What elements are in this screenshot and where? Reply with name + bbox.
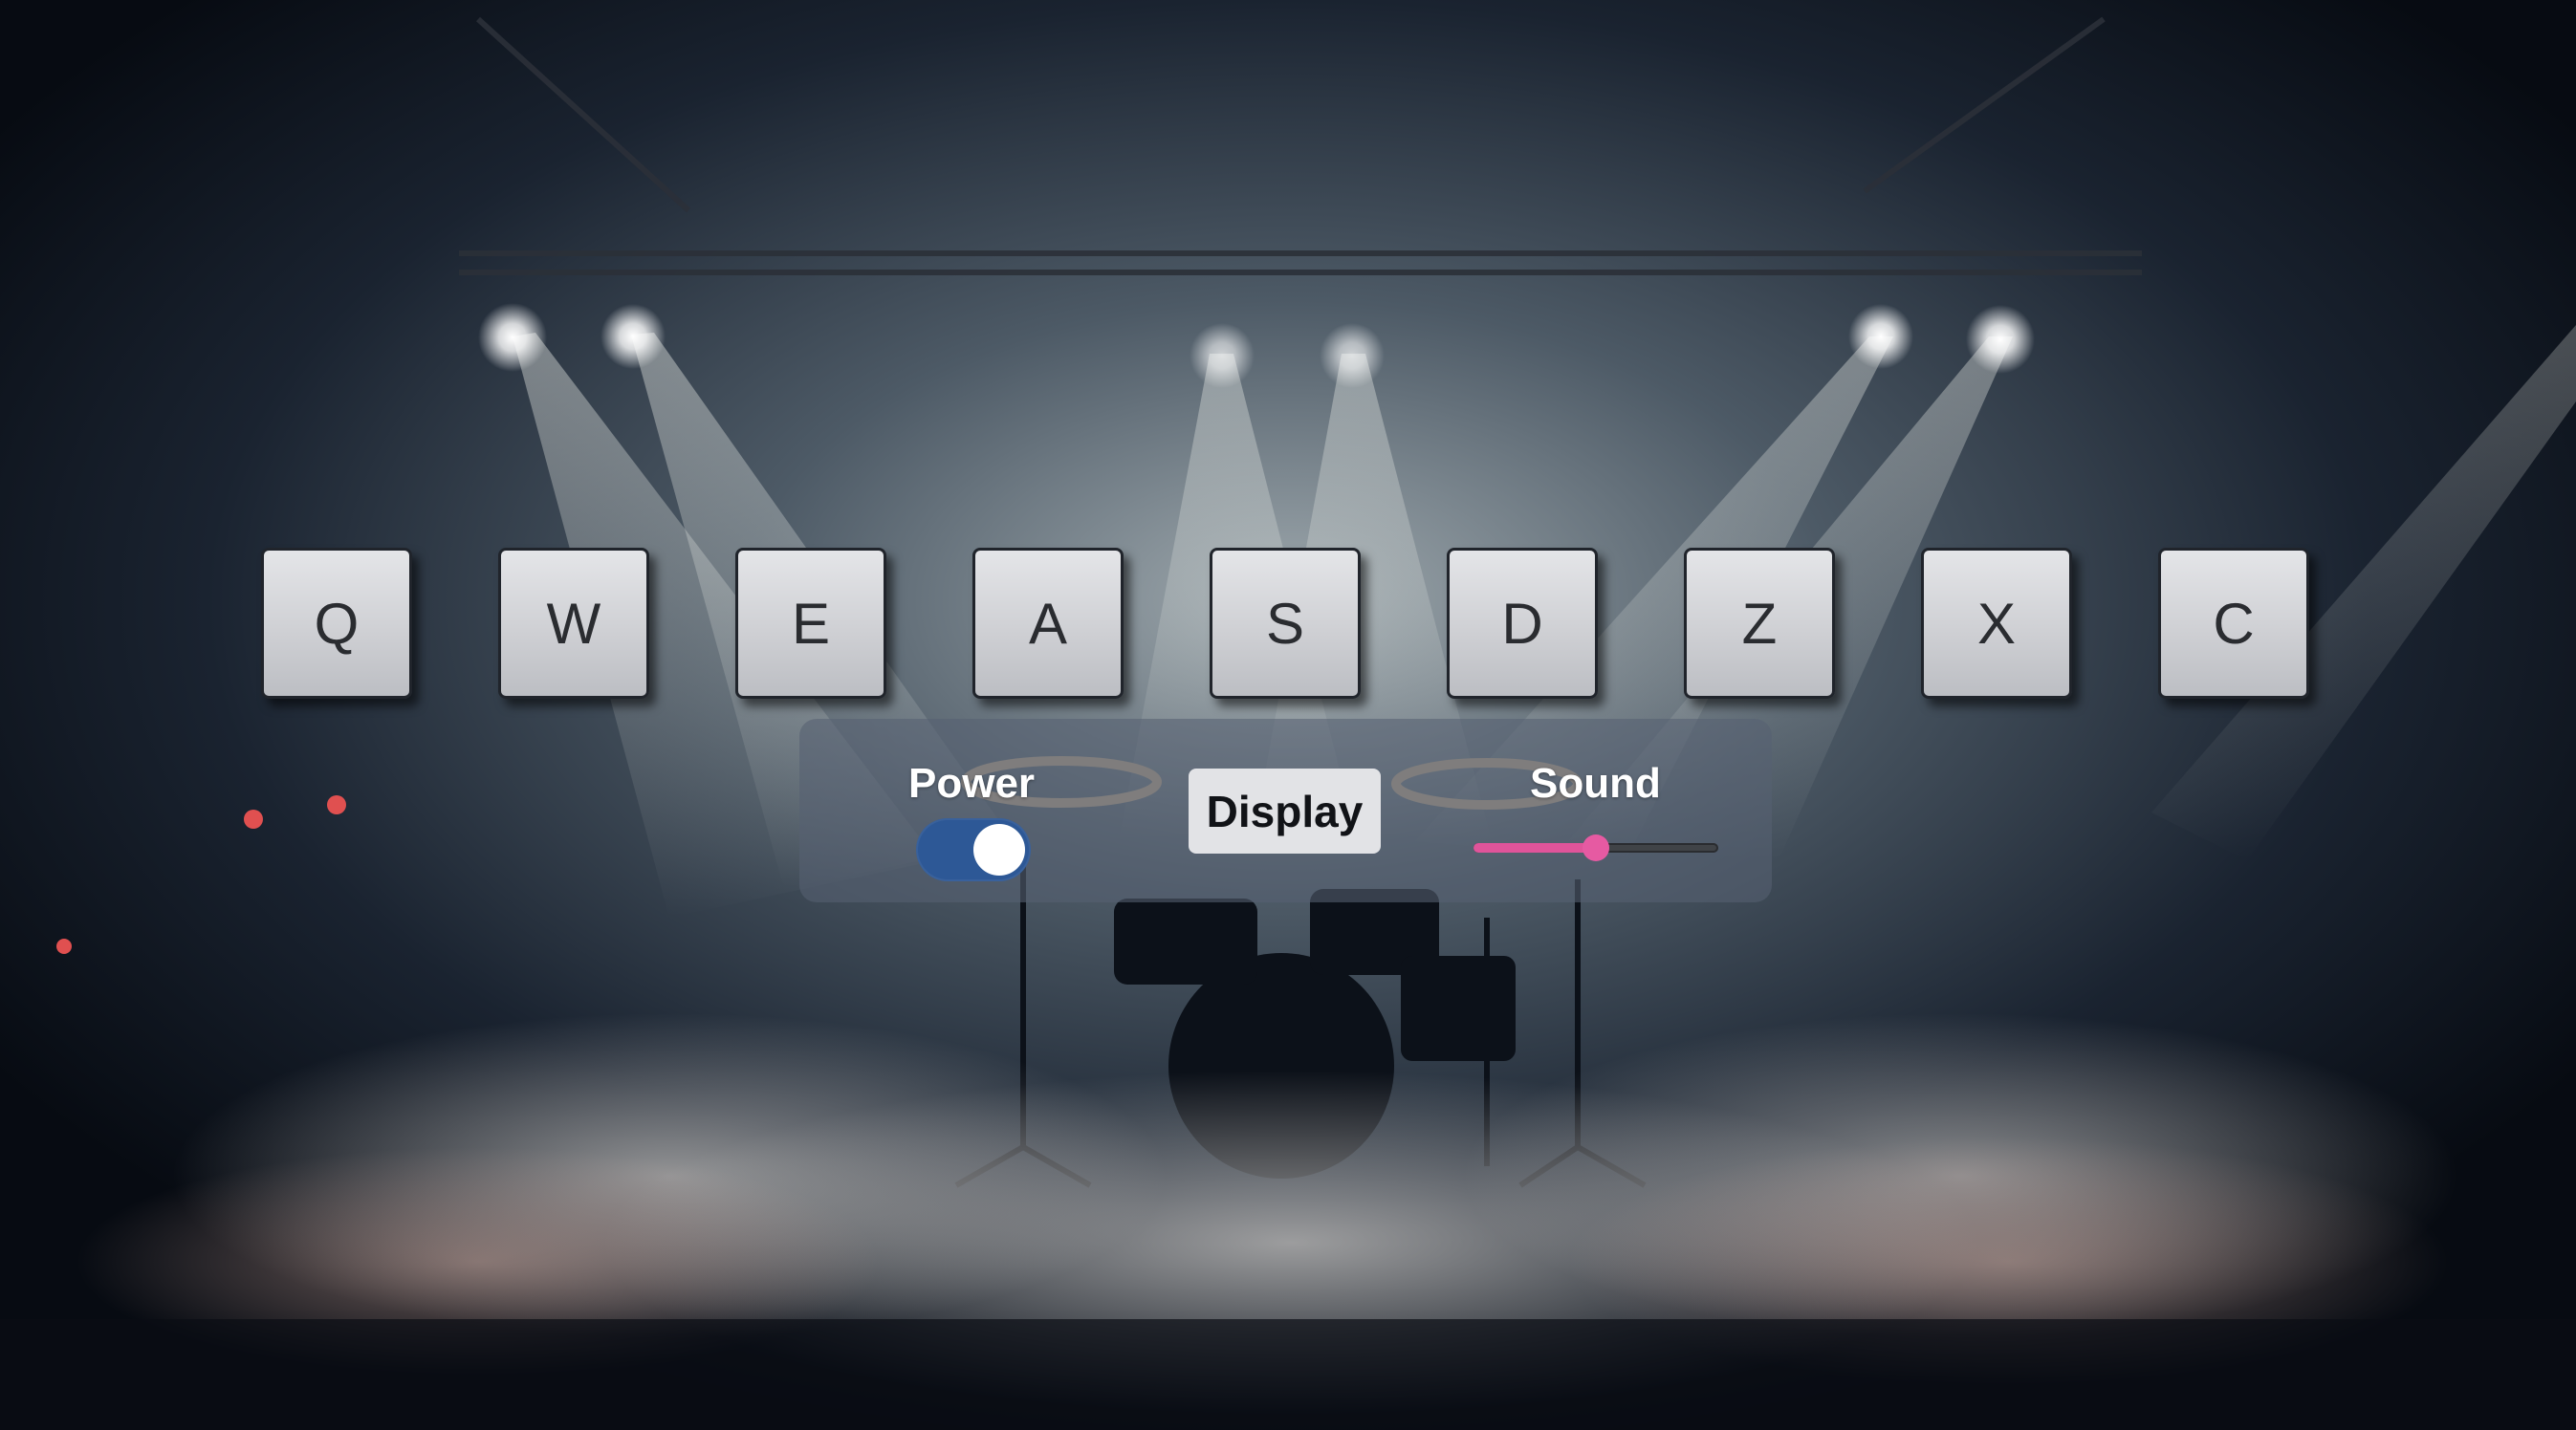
drum-pad-e[interactable]: E [735, 548, 886, 699]
drum-pad-x[interactable]: X [1921, 548, 2072, 699]
drum-pad-row: Q W E A S D Z X C [0, 0, 2576, 1430]
drum-machine-app: Q W E A S D Z X C Power Display Sound [0, 0, 2576, 1430]
power-toggle-knob [973, 824, 1025, 876]
drum-pad-q[interactable]: Q [261, 548, 412, 699]
drum-pad-c[interactable]: C [2158, 548, 2309, 699]
sound-label: Sound [1530, 760, 1661, 807]
drum-pad-w[interactable]: W [498, 548, 649, 699]
drum-pad-d[interactable]: D [1447, 548, 1598, 699]
drum-pad-z[interactable]: Z [1684, 548, 1835, 699]
drum-pad-a[interactable]: A [972, 548, 1124, 699]
volume-slider-fill [1474, 843, 1596, 853]
volume-slider[interactable] [1474, 832, 1718, 864]
power-label: Power [908, 760, 1036, 807]
display-readout: Display [1189, 769, 1381, 854]
power-toggle[interactable] [916, 818, 1031, 881]
volume-slider-thumb[interactable] [1583, 834, 1609, 861]
drum-pad-s[interactable]: S [1210, 548, 1361, 699]
